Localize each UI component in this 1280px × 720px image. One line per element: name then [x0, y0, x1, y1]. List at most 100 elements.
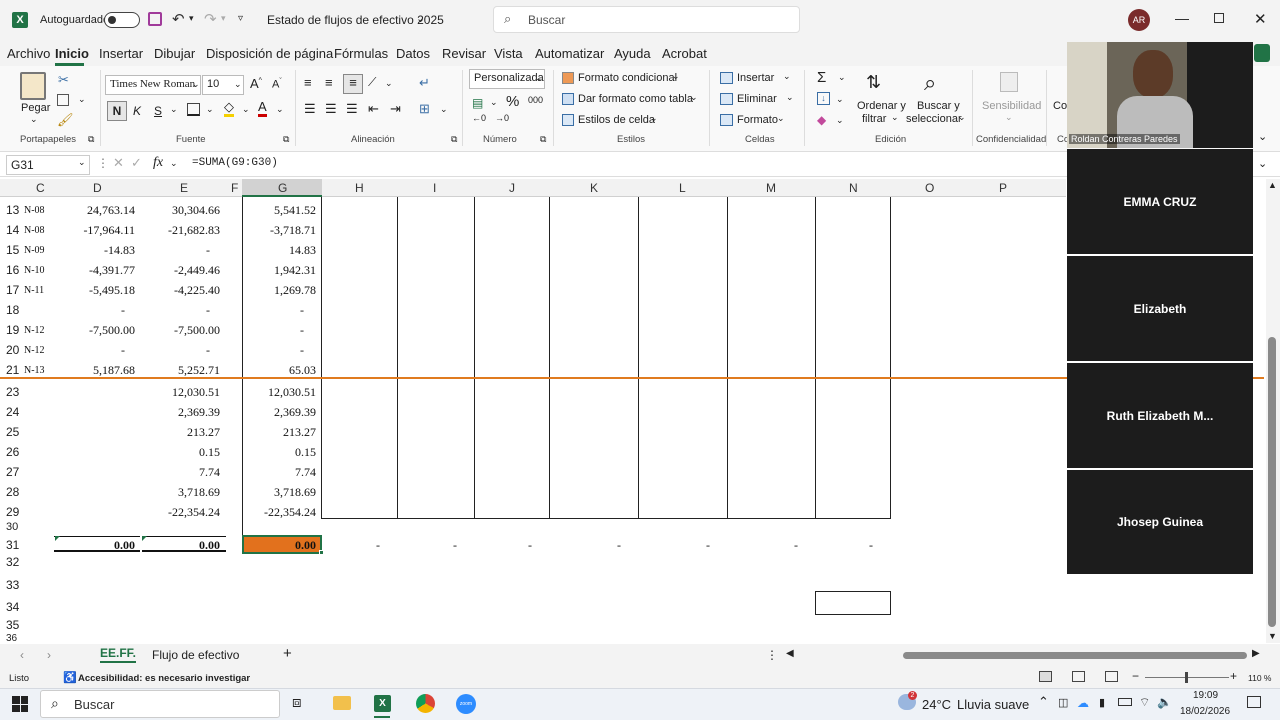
- number-format-chevron-icon[interactable]: ⌄: [535, 73, 543, 84]
- align-center-icon[interactable]: ☰: [325, 101, 337, 117]
- row-number[interactable]: 28: [6, 485, 19, 499]
- increase-decimal-icon[interactable]: ←0: [472, 113, 486, 123]
- cell-e[interactable]: 0.15: [140, 445, 220, 460]
- menu-acrobat[interactable]: Acrobat: [662, 46, 707, 61]
- save-icon[interactable]: [148, 12, 162, 26]
- accessibility-status[interactable]: Accesibilidad: es necesario investigar: [78, 673, 250, 684]
- row-number[interactable]: 19: [6, 323, 19, 337]
- note-cell[interactable]: N-11: [24, 285, 44, 296]
- confirm-formula-icon[interactable]: ✓: [131, 155, 142, 171]
- paste-icon[interactable]: [20, 72, 46, 100]
- row-number[interactable]: 30: [6, 521, 18, 533]
- co-button-partial[interactable]: Co: [1053, 100, 1067, 112]
- clear-dropdown-icon[interactable]: ⌄: [836, 115, 844, 126]
- column-header-d[interactable]: D: [93, 181, 102, 195]
- paste-label[interactable]: Pegar: [21, 102, 50, 114]
- fx-chevron-icon[interactable]: ⌄: [170, 158, 178, 169]
- format-as-table-icon[interactable]: [562, 93, 574, 105]
- align-bottom-icon[interactable]: ≡: [343, 74, 363, 94]
- sort-filter-label-1[interactable]: Ordenar y: [857, 100, 906, 112]
- battery-icon[interactable]: [1118, 698, 1132, 706]
- cell-e[interactable]: -2,449.46: [140, 263, 220, 278]
- fill-dropdown-icon[interactable]: ⌄: [836, 94, 844, 105]
- task-view-icon[interactable]: ⧈: [292, 694, 302, 711]
- delete-cells-button[interactable]: Eliminar: [737, 93, 777, 105]
- merge-icon[interactable]: ⊞: [419, 101, 430, 117]
- column-header-h[interactable]: H: [355, 181, 364, 195]
- format-as-table-button[interactable]: Dar formato como tabla: [578, 93, 693, 105]
- currency-dropdown-icon[interactable]: ⌄: [490, 97, 498, 108]
- number-format-select[interactable]: Personalizada: [469, 69, 545, 89]
- cell-e[interactable]: 5,252.71: [140, 363, 220, 378]
- column-header-j[interactable]: J: [509, 181, 515, 195]
- borders-icon[interactable]: [187, 103, 200, 116]
- total-cell-g[interactable]: 0.00: [242, 538, 316, 553]
- chrome-icon[interactable]: [416, 694, 435, 713]
- undo-icon[interactable]: ↶: [172, 10, 185, 28]
- cell-e[interactable]: -22,354.24: [140, 505, 220, 520]
- sort-filter-icon[interactable]: ⇅: [866, 72, 881, 93]
- cell-g[interactable]: -: [240, 343, 304, 358]
- bold-button[interactable]: N: [107, 101, 127, 121]
- column-header-g[interactable]: G: [278, 181, 287, 195]
- align-right-icon[interactable]: ☰: [346, 101, 358, 117]
- cell-styles-button[interactable]: Estilos de celda: [578, 114, 655, 126]
- conditional-format-button[interactable]: Formato condicional: [578, 72, 677, 84]
- grow-font-icon[interactable]: A^: [250, 76, 262, 91]
- search-box[interactable]: ⌕ Buscar: [493, 6, 800, 33]
- next-sheet-icon[interactable]: ›: [47, 648, 51, 662]
- cell-styles-chevron-icon[interactable]: ⌄: [650, 113, 658, 124]
- row-number[interactable]: 35: [6, 618, 19, 632]
- onedrive-icon[interactable]: ☁: [1077, 696, 1089, 710]
- cell-g[interactable]: 65.03: [240, 363, 316, 378]
- sort-filter-label-2[interactable]: filtrar: [862, 113, 886, 125]
- note-cell[interactable]: N-12: [24, 345, 45, 356]
- notifications-icon[interactable]: [1247, 696, 1261, 708]
- horizontal-scrollbar[interactable]: ◀ ▶: [786, 648, 1264, 662]
- column-header-o[interactable]: O: [925, 181, 934, 195]
- zoom-slider[interactable]: [1145, 672, 1229, 683]
- cell-e[interactable]: -: [140, 303, 210, 318]
- dash-cell-h[interactable]: -: [365, 538, 380, 553]
- font-size-chevron-icon[interactable]: ⌄: [234, 79, 242, 90]
- fill-icon[interactable]: ↓: [817, 92, 830, 105]
- cell-g[interactable]: 0.15: [240, 445, 316, 460]
- insert-cells-button[interactable]: Insertar: [737, 72, 774, 84]
- font-color-dropdown-icon[interactable]: ⌄: [276, 104, 284, 115]
- cell-e[interactable]: -: [140, 343, 210, 358]
- currency-icon[interactable]: ▤: [472, 96, 483, 110]
- accessibility-icon[interactable]: ♿: [63, 671, 77, 684]
- scroll-left-icon[interactable]: ◀: [786, 648, 794, 659]
- row-number[interactable]: 26: [6, 445, 19, 459]
- close-icon[interactable]: ✕: [1254, 10, 1267, 28]
- clipboard-launcher-icon[interactable]: ⧉: [88, 134, 94, 145]
- normal-view-icon[interactable]: [1039, 671, 1052, 682]
- column-header-l[interactable]: L: [679, 181, 686, 195]
- zoom-in-icon[interactable]: +: [1230, 669, 1237, 683]
- cell-g[interactable]: -: [240, 323, 304, 338]
- row-number[interactable]: 20: [6, 343, 19, 357]
- menu-formulas[interactable]: Fórmulas: [334, 46, 388, 61]
- delete-cells-icon[interactable]: [720, 93, 733, 105]
- row-number[interactable]: 15: [6, 243, 19, 257]
- total-cell-d[interactable]: 0.00: [60, 538, 135, 553]
- underline-button[interactable]: S: [154, 104, 162, 118]
- weather-temp[interactable]: 24°C: [922, 697, 951, 712]
- dash-cell-m[interactable]: -: [783, 538, 798, 553]
- cell-e[interactable]: -: [140, 243, 210, 258]
- align-top-icon[interactable]: ≡: [304, 75, 312, 90]
- weather-desc[interactable]: Lluvia suave: [957, 697, 1029, 712]
- scroll-right-icon[interactable]: ▶: [1252, 648, 1260, 659]
- row-number[interactable]: 27: [6, 465, 19, 479]
- decrease-indent-icon[interactable]: ⇤: [368, 101, 379, 117]
- insert-function-icon[interactable]: fx: [153, 155, 163, 171]
- column-header-c[interactable]: C: [36, 181, 45, 195]
- cell-d[interactable]: -7,500.00: [60, 323, 135, 338]
- cell-d[interactable]: -14.83: [60, 243, 135, 258]
- usb-icon[interactable]: ▮: [1099, 696, 1105, 709]
- dash-cell-l[interactable]: -: [695, 538, 710, 553]
- cell-d[interactable]: 24,763.14: [60, 203, 135, 218]
- row-number[interactable]: 31: [6, 538, 19, 552]
- autosave-toggle[interactable]: [104, 12, 140, 28]
- font-launcher-icon[interactable]: ⧉: [283, 134, 289, 145]
